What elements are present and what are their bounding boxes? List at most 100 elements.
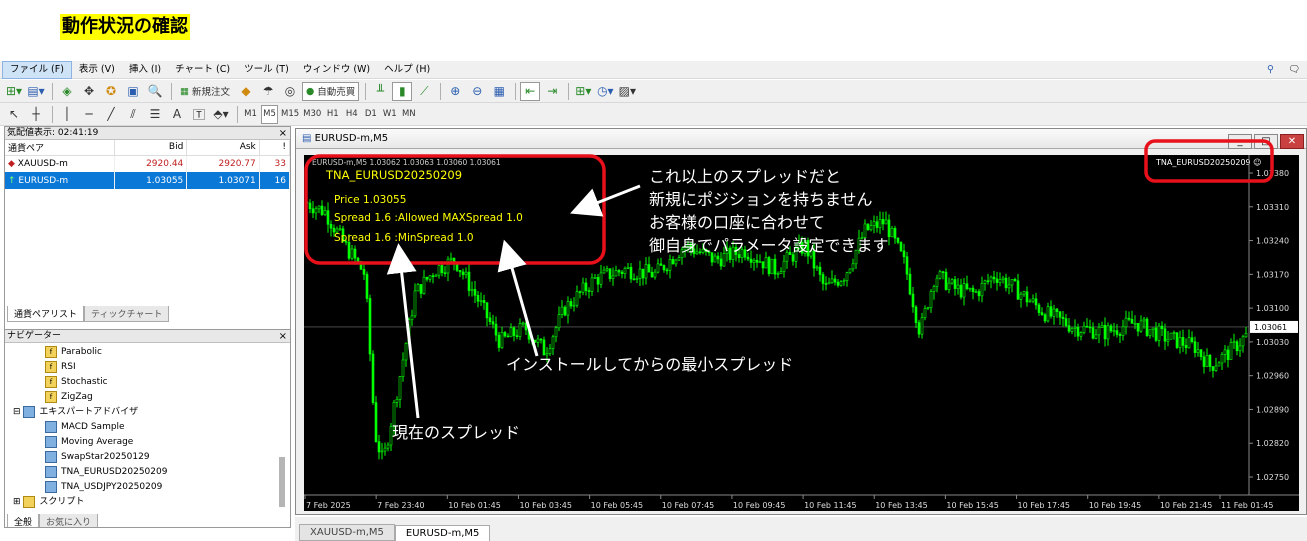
menu-view[interactable]: 表示 (V) xyxy=(72,62,122,78)
tf-w1[interactable]: W1 xyxy=(381,105,398,124)
vertical-line-icon[interactable]: │ xyxy=(57,105,77,124)
market-watch-icon[interactable]: ◈ xyxy=(57,82,77,101)
minimize-button[interactable]: _ xyxy=(1228,134,1252,149)
table-row[interactable]: ↑ EURUSD-m 1.03055 1.03071 16 xyxy=(5,172,291,189)
nav-item-macd-sample[interactable]: MACD Sample xyxy=(5,420,290,435)
data-window-icon[interactable]: ✥ xyxy=(79,82,99,101)
navigator-scrollbar[interactable] xyxy=(279,457,285,507)
profiles-icon[interactable]: ▤▾ xyxy=(26,82,46,101)
col-spread[interactable]: ! xyxy=(259,140,291,156)
cursor-icon[interactable]: ↖ xyxy=(4,105,24,124)
tf-m1[interactable]: M1 xyxy=(242,105,259,124)
close-icon[interactable]: × xyxy=(279,127,287,140)
menu-file[interactable]: ファイル (F) xyxy=(2,60,72,79)
templates-icon[interactable]: ▨▾ xyxy=(617,82,637,101)
tester-icon[interactable]: 🔍 xyxy=(145,82,165,101)
channel-icon[interactable]: ⫽ xyxy=(123,105,143,124)
tab-eurusd-chart[interactable]: EURUSD-m,M5 xyxy=(394,525,491,541)
col-ask[interactable]: Ask xyxy=(186,140,260,156)
arrows-icon[interactable]: ⬘▾ xyxy=(211,105,231,124)
candle-chart-icon[interactable]: ▮ xyxy=(392,81,413,101)
menu-chart[interactable]: チャート (C) xyxy=(168,62,237,78)
close-icon[interactable]: × xyxy=(279,330,287,343)
line-chart-icon[interactable]: ⟋ xyxy=(414,82,434,101)
new-order-button[interactable]: ▦ 新規注文 xyxy=(176,82,234,101)
tf-m15[interactable]: M15 xyxy=(280,105,300,124)
zoom-out-icon[interactable]: ⊖ xyxy=(467,82,487,101)
nav-item-tna-usdjpy[interactable]: TNA_USDJPY20250209 xyxy=(5,480,290,495)
horizontal-line-icon[interactable]: ─ xyxy=(79,105,99,124)
fibonacci-icon[interactable]: ☰ xyxy=(145,105,165,124)
tf-h1[interactable]: H1 xyxy=(324,105,341,124)
periods-icon[interactable]: ◷▾ xyxy=(595,82,615,101)
candle-body xyxy=(695,251,699,255)
terminal-icon[interactable]: ▣ xyxy=(123,82,143,101)
collapse-icon[interactable]: ⊟ xyxy=(13,407,23,417)
tf-m30[interactable]: M30 xyxy=(302,105,322,124)
nav-item-moving-average[interactable]: Moving Average xyxy=(5,435,290,450)
nav-item-tna-eurusd[interactable]: TNA_EURUSD20250209 xyxy=(5,465,290,480)
candle-body xyxy=(1094,334,1098,339)
nav-item-parabolic[interactable]: f Parabolic xyxy=(5,345,290,360)
chart-canvas[interactable]: EURUSD-m,M5 1.03062 1.03063 1.03060 1.03… xyxy=(304,155,1299,511)
nav-item-swapstar[interactable]: SwapStar20250129 xyxy=(5,450,290,465)
time-tick-label: 10 Feb 15:45 xyxy=(946,501,998,510)
price-chart[interactable]: EURUSD-m,M5 1.03062 1.03063 1.03060 1.03… xyxy=(304,155,1299,511)
menu-help[interactable]: ヘルプ (H) xyxy=(377,62,437,78)
navigator-icon[interactable]: ✪ xyxy=(101,82,121,101)
tab-tick-chart[interactable]: ティックチャート xyxy=(84,306,170,322)
candle-body xyxy=(1121,326,1125,336)
tile-windows-icon[interactable]: ▦ xyxy=(489,82,509,101)
indicators-icon[interactable]: ⊞▾ xyxy=(573,82,593,101)
search-icon[interactable]: ⚲ xyxy=(1260,62,1281,78)
notification-icon[interactable]: 🗨 xyxy=(1281,62,1307,78)
tab-symbols[interactable]: 通貨ペアリスト xyxy=(7,306,85,322)
menu-tools[interactable]: ツール (T) xyxy=(237,62,296,78)
maximize-button[interactable]: □ xyxy=(1254,134,1278,149)
auto-scroll-icon[interactable]: ⇤ xyxy=(520,81,541,101)
crosshair-icon[interactable]: ┼ xyxy=(26,105,46,124)
tf-mn[interactable]: MN xyxy=(400,105,417,124)
candle-body xyxy=(1235,341,1239,352)
candle-body xyxy=(1205,354,1209,367)
close-button[interactable]: ✕ xyxy=(1280,134,1304,149)
tab-xauusd-chart[interactable]: XAUUSD-m,M5 xyxy=(299,524,395,541)
tf-h4[interactable]: H4 xyxy=(343,105,360,124)
candle-body xyxy=(665,269,669,272)
time-tick-label: 10 Feb 17:45 xyxy=(1018,501,1070,510)
chart-shift-icon[interactable]: ⇥ xyxy=(542,82,562,101)
tab-favorites[interactable]: お気に入り xyxy=(39,514,99,527)
candle-body xyxy=(1070,328,1074,332)
mql-market-icon[interactable]: ◎ xyxy=(280,82,300,101)
ea-status-label[interactable]: TNA_EURUSD20250209 ☺ xyxy=(1155,158,1262,167)
text-label-icon[interactable]: 🅃 xyxy=(189,105,209,124)
nav-item-zigzag[interactable]: f ZigZag xyxy=(5,390,290,405)
candle-body xyxy=(629,266,633,280)
candle-body xyxy=(536,338,540,343)
new-chart-icon[interactable]: ⊞▾ xyxy=(4,82,24,101)
price-tick-label: 1.03100 xyxy=(1256,304,1289,313)
expand-icon[interactable]: ⊞ xyxy=(13,497,23,507)
trendline-icon[interactable]: ╱ xyxy=(101,105,121,124)
signals-icon[interactable]: ☂ xyxy=(258,82,278,101)
nav-folder-experts[interactable]: ⊟ エキスパートアドバイザ xyxy=(5,405,290,420)
candle-body xyxy=(656,263,660,273)
menu-window[interactable]: ウィンドウ (W) xyxy=(296,62,377,78)
bar-chart-icon[interactable]: ╨ xyxy=(370,82,390,101)
candle-body xyxy=(794,247,798,262)
tf-m5[interactable]: M5 xyxy=(261,104,278,124)
candle-body xyxy=(641,268,645,279)
menu-insert[interactable]: 挿入 (I) xyxy=(122,62,168,78)
tab-general[interactable]: 全般 xyxy=(7,514,40,527)
table-row[interactable]: ◆ XAUUSD-m 2920.44 2920.77 33 xyxy=(5,155,291,172)
col-bid[interactable]: Bid xyxy=(114,140,188,156)
metaeditor-icon[interactable]: ◆ xyxy=(236,82,256,101)
nav-item-stochastic[interactable]: f Stochastic xyxy=(5,375,290,390)
text-icon[interactable]: A xyxy=(167,105,187,124)
zoom-in-icon[interactable]: ⊕ xyxy=(445,82,465,101)
auto-trade-button[interactable]: ● 自動売買 xyxy=(302,81,360,101)
col-symbol[interactable]: 通貨ペア xyxy=(5,140,115,156)
tf-d1[interactable]: D1 xyxy=(362,105,379,124)
nav-item-rsi[interactable]: f RSI xyxy=(5,360,290,375)
nav-folder-scripts[interactable]: ⊞ スクリプト xyxy=(5,495,290,510)
